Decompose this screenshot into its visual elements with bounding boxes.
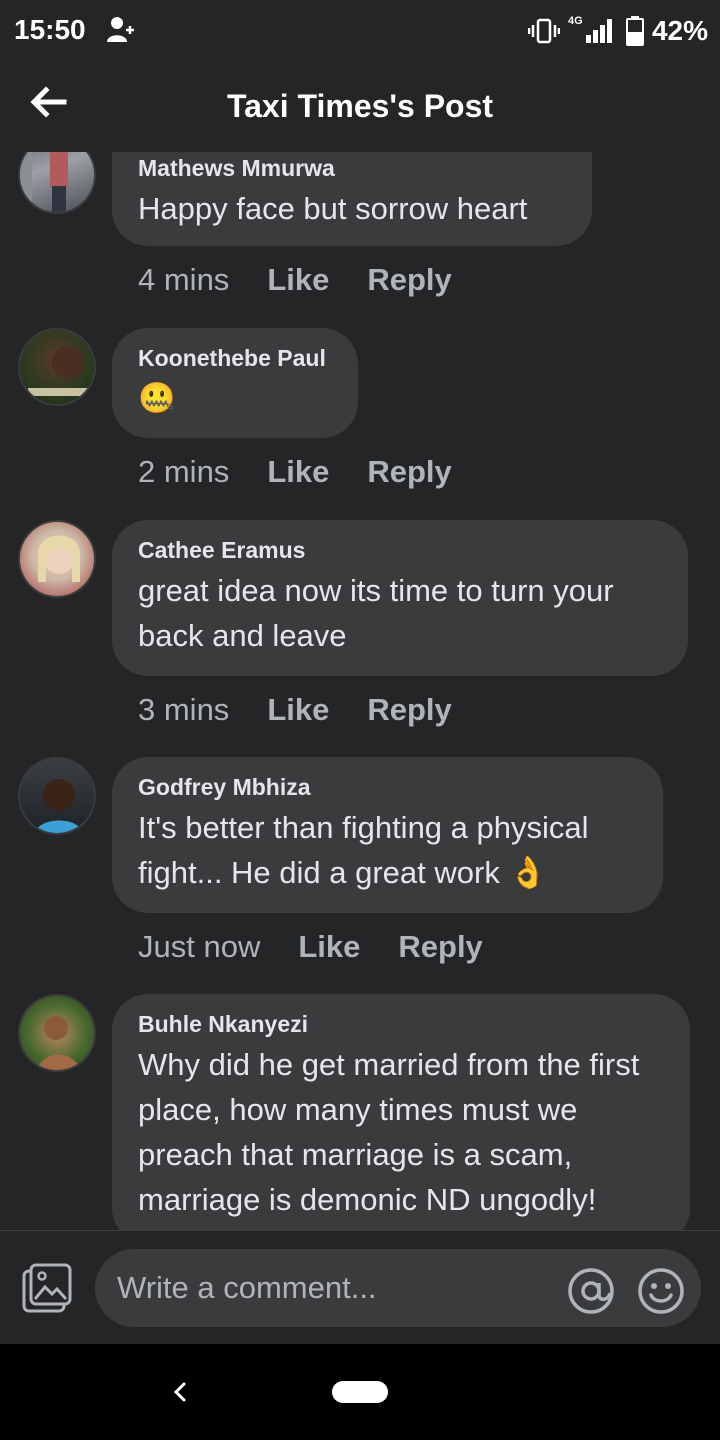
home-pill-button[interactable] xyxy=(332,1381,388,1403)
comment-text: great idea now its time to turn your bac… xyxy=(138,573,614,653)
comment-actions: Just now Like Reply xyxy=(138,929,483,965)
avatar[interactable] xyxy=(18,757,96,835)
comment-bubble[interactable]: Mathews Mmurwa Happy face but sorrow hea… xyxy=(112,152,592,246)
system-navigation-bar xyxy=(0,1344,720,1440)
comment-list[interactable]: Mathews Mmurwa Happy face but sorrow hea… xyxy=(0,152,720,1230)
comment-time: 3 mins xyxy=(138,692,230,727)
reply-button[interactable]: Reply xyxy=(398,929,482,965)
status-time: 15:50 xyxy=(14,14,86,45)
comment-time: 2 mins xyxy=(138,454,230,489)
comment-bubble[interactable]: Godfrey Mbhiza It's better than fighting… xyxy=(112,757,663,913)
avatar[interactable] xyxy=(18,328,96,406)
comment-text: Happy face but sorrow heart xyxy=(138,191,528,226)
comment-bubble[interactable]: Koonethebe Paul 🤐 xyxy=(112,328,358,438)
comment-text: It's better than fighting a physical fig… xyxy=(138,810,589,890)
comment-composer xyxy=(0,1230,720,1344)
comment-time: 4 mins xyxy=(138,262,230,297)
at-sign-icon[interactable] xyxy=(566,1266,616,1316)
reply-button[interactable]: Reply xyxy=(367,692,451,728)
reply-button[interactable]: Reply xyxy=(367,454,451,490)
comment-author[interactable]: Koonethebe Paul xyxy=(138,344,332,372)
comment-text: 🤐 xyxy=(138,382,176,415)
comment-text: Why did he get married from the first pl… xyxy=(138,1047,640,1217)
comment-actions: 2 mins Like Reply xyxy=(138,454,452,490)
comment-author[interactable]: Buhle Nkanyezi xyxy=(138,1010,664,1038)
status-indicators: 4G 42% xyxy=(527,14,708,48)
like-button[interactable]: Like xyxy=(267,262,329,298)
comment-actions: 3 mins Like Reply xyxy=(138,692,452,728)
comment-time: Just now xyxy=(138,929,261,964)
reply-button[interactable]: Reply xyxy=(367,262,451,298)
battery-percentage: 42% xyxy=(651,15,708,46)
avatar[interactable] xyxy=(18,520,96,598)
avatar[interactable] xyxy=(18,994,96,1072)
like-button[interactable]: Like xyxy=(267,454,329,490)
vibrate-icon xyxy=(527,18,560,44)
comment-author[interactable]: Godfrey Mbhiza xyxy=(138,773,637,801)
person-add-icon xyxy=(107,17,134,42)
avatar[interactable] xyxy=(18,152,96,214)
status-bar: 15:50 4G 42% xyxy=(0,0,720,62)
like-button[interactable]: Like xyxy=(267,692,329,728)
comment-actions: 4 mins Like Reply xyxy=(138,262,452,298)
photo-icon[interactable] xyxy=(20,1261,74,1315)
like-button[interactable]: Like xyxy=(298,929,360,965)
comment-author[interactable]: Cathee Eramus xyxy=(138,536,662,564)
battery-icon xyxy=(625,16,644,46)
comment-author[interactable]: Mathews Mmurwa xyxy=(138,154,566,182)
comment-bubble[interactable]: Cathee Eramus great idea now its time to… xyxy=(112,520,688,676)
page-title: Taxi Times's Post xyxy=(226,88,494,124)
post-header: Taxi Times's Post xyxy=(0,62,720,152)
chevron-left-icon[interactable] xyxy=(168,1374,192,1410)
signal-icon: 4G xyxy=(568,15,618,45)
smiley-icon[interactable] xyxy=(636,1266,686,1316)
comment-bubble[interactable]: Buhle Nkanyezi Why did he get married fr… xyxy=(112,994,690,1230)
